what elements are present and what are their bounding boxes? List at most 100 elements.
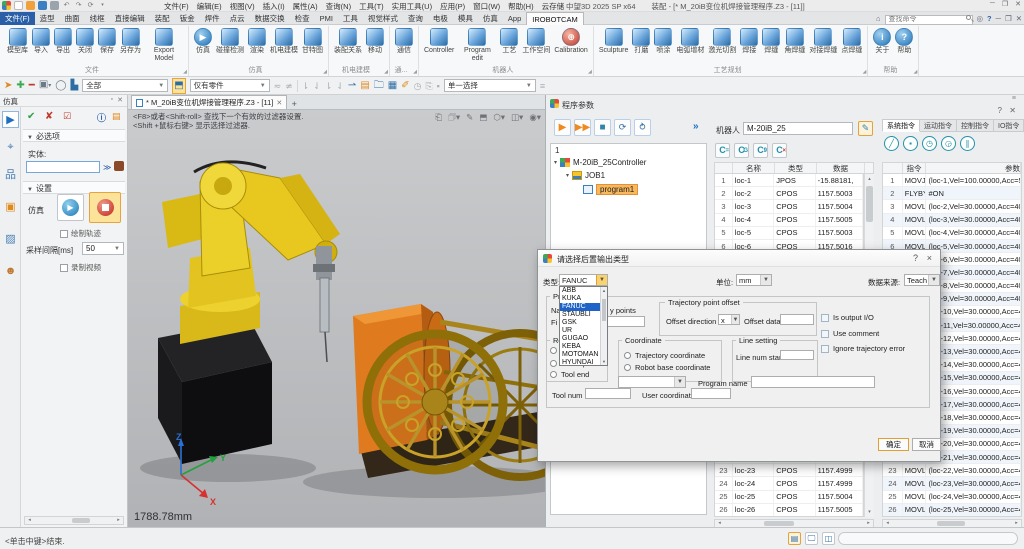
user-coordinate-input[interactable] bbox=[691, 388, 731, 399]
ribbon-tab[interactable]: 焊件 bbox=[200, 12, 225, 25]
extra-combo[interactable]: ▼ bbox=[618, 376, 686, 388]
robot-name-field[interactable] bbox=[743, 122, 853, 135]
stop-command-icon[interactable]: ▪ bbox=[903, 136, 918, 151]
brand-list-item[interactable]: ABB bbox=[560, 287, 601, 295]
ribbon-item[interactable]: ▶ 仿真 bbox=[192, 27, 214, 56]
user-icon[interactable]: ☻ bbox=[2, 263, 19, 280]
open-file-icon[interactable] bbox=[26, 1, 35, 10]
sketch-icon[interactable]: ✎ bbox=[466, 112, 473, 126]
ribbon-item[interactable]: 电弧增材 bbox=[674, 27, 706, 56]
ribbon-item[interactable]: 工作空间 bbox=[520, 27, 552, 56]
coordinate-radio[interactable]: Trajectory coordinate bbox=[624, 351, 705, 360]
command-tab[interactable]: 系统指令 bbox=[882, 119, 920, 132]
panel-menu-icon[interactable]: ≡ bbox=[1012, 95, 1016, 102]
ribbon-item[interactable]: 点焊缝 bbox=[839, 27, 864, 56]
ribbon-pin-icon[interactable]: ❐ bbox=[1005, 14, 1012, 23]
align-icon-1[interactable]: ≂ bbox=[274, 79, 282, 93]
scroll-right-icon[interactable]: ▸ bbox=[1012, 520, 1021, 527]
ribbon-tab[interactable]: App bbox=[503, 12, 526, 25]
scroll-up-icon[interactable]: ▲ bbox=[601, 288, 607, 293]
undo-icon[interactable]: ↶ bbox=[62, 1, 71, 10]
snap-icon-5[interactable]: ⇀ bbox=[348, 79, 356, 93]
settings-icon[interactable]: ◎ bbox=[977, 14, 984, 23]
ribbon-tab[interactable]: 钣金 bbox=[175, 12, 200, 25]
space-radio[interactable]: Tool end bbox=[550, 370, 589, 379]
command-row[interactable]: 4 MOVL (loc-3,Vel=30.00000,Acc=40.0 bbox=[883, 213, 1021, 227]
ribbon-tab[interactable]: 模具 bbox=[453, 12, 478, 25]
brand-list-item[interactable]: STAUBLI bbox=[560, 311, 601, 319]
menu-item[interactable]: 云存储 bbox=[538, 1, 569, 12]
tree-item-program[interactable]: program1 bbox=[583, 184, 639, 195]
add-location-group-icon[interactable]: CG bbox=[734, 143, 749, 158]
remove-selection-icon[interactable]: ━ bbox=[29, 79, 35, 93]
brand-list-item[interactable]: GSK bbox=[560, 319, 601, 327]
location-row[interactable]: 3 loc-3 CPOS 1157.5004 bbox=[715, 200, 863, 214]
ribbon-tab[interactable]: 曲面 bbox=[60, 12, 85, 25]
snap-icon-4[interactable]: ⇃ bbox=[336, 79, 344, 93]
ribbon-item[interactable]: 机电建模 bbox=[268, 27, 300, 56]
ribbon-item[interactable]: 关闭 bbox=[74, 27, 96, 56]
pick-entity-icon[interactable] bbox=[114, 161, 124, 171]
location-row[interactable]: 4 loc-4 CPOS 1157.5005 bbox=[715, 213, 863, 227]
brand-list-item[interactable]: FANUC bbox=[560, 303, 601, 311]
ribbon-tab[interactable]: 直接编辑 bbox=[110, 12, 150, 25]
wait-time-icon[interactable]: ◷ bbox=[922, 136, 937, 151]
unit-combo[interactable]: mm ▼ bbox=[736, 274, 772, 286]
part-filter-combo[interactable]: 仅有零件 ▼ bbox=[189, 79, 270, 92]
ribbon-item[interactable]: 焊接 bbox=[738, 27, 760, 56]
ribbon-item[interactable]: 模型库 bbox=[5, 27, 30, 56]
draw-trajectory-checkbox[interactable]: 绘制轨迹 bbox=[60, 228, 101, 239]
stop-icon[interactable]: ■ bbox=[594, 119, 611, 136]
scroll-right-icon[interactable]: ▸ bbox=[114, 517, 123, 524]
ribbon-item[interactable]: 通信 bbox=[393, 27, 415, 56]
entity-input[interactable] bbox=[26, 161, 100, 173]
ribbon-tab[interactable]: 检查 bbox=[290, 12, 315, 25]
ribbon-item[interactable]: 焊缝 bbox=[760, 27, 782, 56]
view-cube-icon[interactable]: ⬡▾ bbox=[493, 112, 505, 126]
ribbon-tab[interactable]: 电极 bbox=[428, 12, 453, 25]
group-launcher-icon[interactable]: ◢ bbox=[588, 69, 592, 75]
group-launcher-icon[interactable]: ◢ bbox=[863, 69, 867, 75]
restore-icon[interactable]: ❐ bbox=[1002, 0, 1008, 8]
ribbon-item[interactable]: Sculpture bbox=[597, 27, 631, 56]
ribbon-item[interactable]: i 关于 bbox=[871, 27, 893, 56]
home-icon[interactable]: ⌂ bbox=[876, 14, 881, 23]
scroll-thumb[interactable] bbox=[937, 521, 965, 526]
caret-down-icon[interactable]: ▾ bbox=[554, 159, 557, 166]
sim-play-button[interactable]: ▶ bbox=[57, 194, 84, 221]
save-icon[interactable] bbox=[38, 1, 47, 10]
part-filter-icon[interactable]: ⬒ bbox=[172, 77, 186, 94]
cancel-button[interactable]: 取消 bbox=[912, 438, 941, 451]
help-icon[interactable]: ? bbox=[987, 14, 992, 23]
ribbon-tab[interactable]: 点云 bbox=[225, 12, 250, 25]
expand-panel-icon[interactable]: » bbox=[693, 121, 699, 132]
ribbon-item[interactable]: Controller bbox=[422, 27, 456, 56]
menu-item[interactable]: 文件(F) bbox=[160, 1, 193, 12]
brand-list-item[interactable]: UR bbox=[560, 327, 601, 335]
selection-mode-combo[interactable]: 单一选择 ▼ bbox=[443, 79, 536, 92]
scroll-thumb[interactable] bbox=[764, 521, 794, 526]
ribbon-item[interactable]: 喷涂 bbox=[652, 27, 674, 56]
list-icon[interactable]: ≡ bbox=[540, 79, 545, 93]
ribbon-tab[interactable]: 装配 bbox=[150, 12, 175, 25]
left-panel-hscrollbar[interactable]: ◂ ▸ bbox=[24, 516, 124, 525]
cancel-icon[interactable]: ✘ bbox=[45, 111, 53, 122]
image-tool-icon[interactable]: ▦ bbox=[388, 79, 397, 93]
sim-stop-button[interactable] bbox=[89, 192, 121, 223]
scroll-left-icon[interactable]: ◂ bbox=[883, 520, 892, 527]
print-icon[interactable] bbox=[50, 1, 59, 10]
menu-item[interactable]: 视图(V) bbox=[226, 1, 259, 12]
snap-icon-3[interactable]: ⇂ bbox=[325, 79, 333, 93]
scroll-thumb[interactable] bbox=[72, 518, 90, 523]
offset-data-input[interactable] bbox=[780, 314, 814, 325]
prompt-mode-icon[interactable]: ▤ bbox=[788, 532, 801, 545]
render-image-icon[interactable]: ▨ bbox=[2, 231, 19, 248]
ribbon-tab[interactable]: 仿真 bbox=[478, 12, 503, 25]
ribbon-item[interactable]: 渲染 bbox=[246, 27, 268, 56]
tree-item-controller[interactable]: ▾ M-20iB_25Controller bbox=[554, 158, 646, 167]
command-tab[interactable]: IO指令 bbox=[994, 119, 1024, 132]
brand-list-item[interactable]: MOTOMAN bbox=[560, 351, 601, 359]
dialog-checkbox[interactable]: Is output I/O bbox=[821, 313, 874, 322]
confirm-icon[interactable]: ✔ bbox=[27, 111, 35, 122]
brush-icon[interactable]: ✐ bbox=[401, 79, 409, 93]
